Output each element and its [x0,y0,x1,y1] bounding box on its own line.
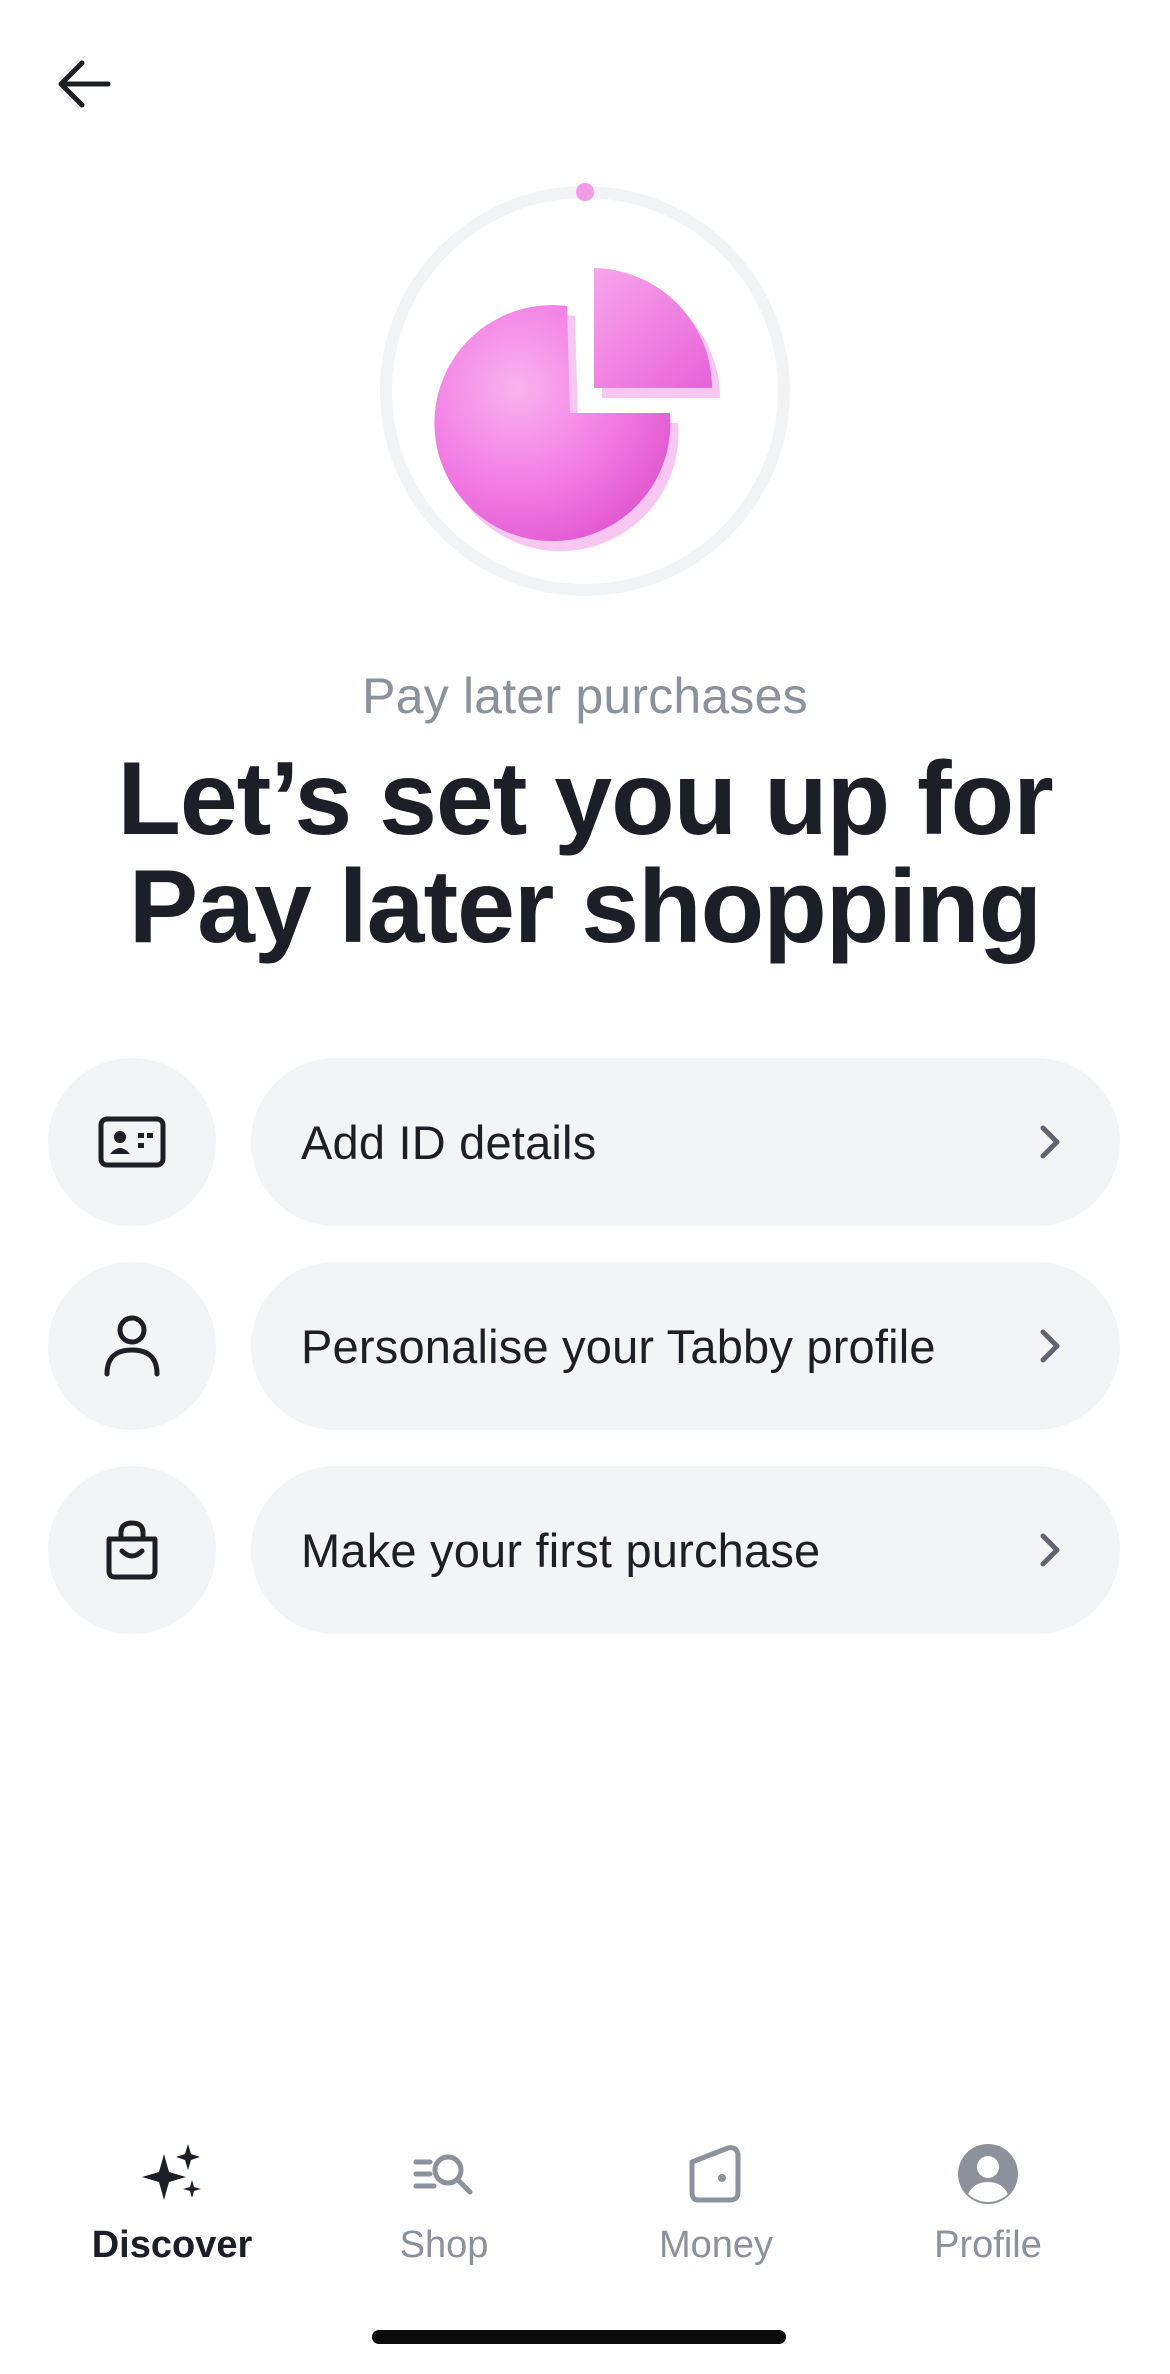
tab-label: Discover [91,2224,253,2266]
step-first-purchase: Make your first purchase [48,1466,1120,1634]
section-subtitle: Pay later purchases [362,668,808,724]
tab-discover[interactable]: Discover [34,2130,310,2270]
search-list-icon [413,2154,473,2195]
tab-label: Profile [934,2224,1042,2266]
wallet-icon [689,2145,741,2203]
person-icon [104,1315,160,1377]
step-icon-circle [48,1262,216,1430]
step-label: Personalise your Tabby profile [301,1319,936,1373]
shopping-bag-icon [106,1520,158,1580]
home-indicator [372,2330,786,2344]
step-label: Make your first purchase [301,1523,821,1577]
page-title: Let’s set you up for Pay later shopping [90,745,1080,961]
chevron-right-icon [1040,1329,1060,1363]
progress-dot [576,183,594,201]
id-card-icon [98,1116,166,1168]
arrow-left-icon [58,60,111,108]
step-label: Add ID details [301,1115,597,1169]
profile-icon [958,2144,1018,2204]
tab-money[interactable]: Money [578,2130,854,2270]
tab-label: Shop [399,2224,489,2266]
add-id-details-button[interactable]: Add ID details [251,1058,1120,1226]
step-icon-circle [48,1058,216,1226]
setup-steps-list: Add ID details Personalise your Tabby pr… [48,1058,1120,1670]
step-icon-circle [48,1466,216,1634]
bottom-tab-bar: Discover Shop Money Profile [0,2130,1170,2270]
step-add-id: Add ID details [48,1058,1120,1226]
page-title-line-2: Pay later shopping [128,849,1042,965]
pie-chart-illustration [380,183,790,596]
step-personalise-profile: Personalise your Tabby profile [48,1262,1120,1430]
chevron-right-icon [1040,1125,1060,1159]
page-title-line-1: Let’s set you up for [117,741,1053,857]
sparkles-icon [142,2144,201,2200]
tab-profile[interactable]: Profile [850,2130,1126,2270]
tab-shop[interactable]: Shop [306,2130,582,2270]
back-button[interactable] [42,42,126,126]
personalise-profile-button[interactable]: Personalise your Tabby profile [251,1262,1120,1430]
tab-label: Money [658,2224,774,2266]
hero-illustration [372,178,798,604]
make-first-purchase-button[interactable]: Make your first purchase [251,1466,1120,1634]
chevron-right-icon [1040,1533,1060,1567]
